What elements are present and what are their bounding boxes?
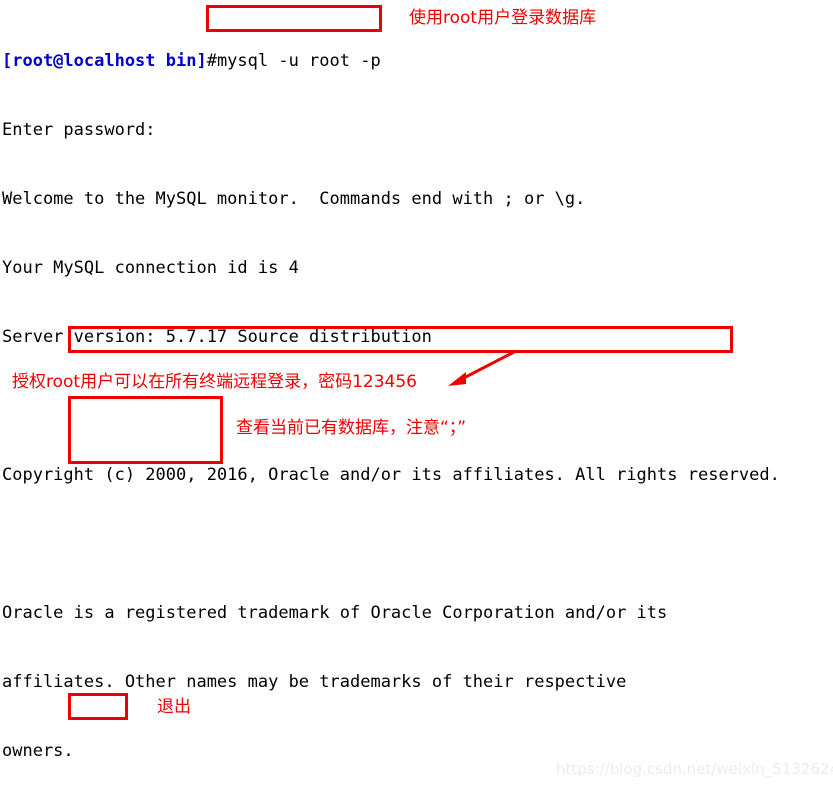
annotation-login: 使用root用户登录数据库: [409, 8, 597, 28]
terminal-line-text: Welcome to the MySQL monitor. Commands e…: [2, 189, 586, 209]
annotation-exit: 退出: [157, 697, 191, 717]
terminal-line-text: Copyright (c) 2000, 2016, Oracle and/or …: [2, 465, 780, 485]
terminal-line: affiliates. Other names may be trademark…: [2, 671, 833, 694]
terminal-line-text: Oracle is a registered trademark of Orac…: [2, 603, 668, 623]
watermark: https://blog.csdn.net/weixin_51326240: [556, 760, 833, 778]
shell-prompt: [root@localhost bin]: [2, 51, 207, 71]
terminal-line: Welcome to the MySQL monitor. Commands e…: [2, 188, 833, 211]
terminal-line-text: Server version: 5.7.17 Source distributi…: [2, 327, 432, 347]
terminal-line: Copyright (c) 2000, 2016, Oracle and/or …: [2, 464, 833, 487]
terminal-line: Server version: 5.7.17 Source distributi…: [2, 326, 833, 349]
terminal-line-text: owners.: [2, 741, 74, 761]
terminal-line: Oracle is a registered trademark of Orac…: [2, 602, 833, 625]
terminal-screenshot: [root@localhost bin]#mysql -u root -p En…: [0, 0, 833, 790]
terminal-line-text: affiliates. Other names may be trademark…: [2, 672, 627, 692]
terminal-output[interactable]: [root@localhost bin]#mysql -u root -p En…: [0, 0, 833, 790]
annotation-grant: 授权root用户可以在所有终端远程登录，密码123456: [12, 372, 417, 392]
terminal-line: Your MySQL connection id is 4: [2, 257, 833, 280]
terminal-line: Enter password:: [2, 119, 833, 142]
terminal-line-text: Enter password:: [2, 120, 156, 140]
terminal-line: [root@localhost bin]#mysql -u root -p: [2, 50, 833, 73]
terminal-line-text: Your MySQL connection id is 4: [2, 258, 299, 278]
annotation-show: 查看当前已有数据库，注意“；”: [236, 418, 467, 438]
terminal-line-text: #mysql -u root -p: [206, 51, 381, 71]
